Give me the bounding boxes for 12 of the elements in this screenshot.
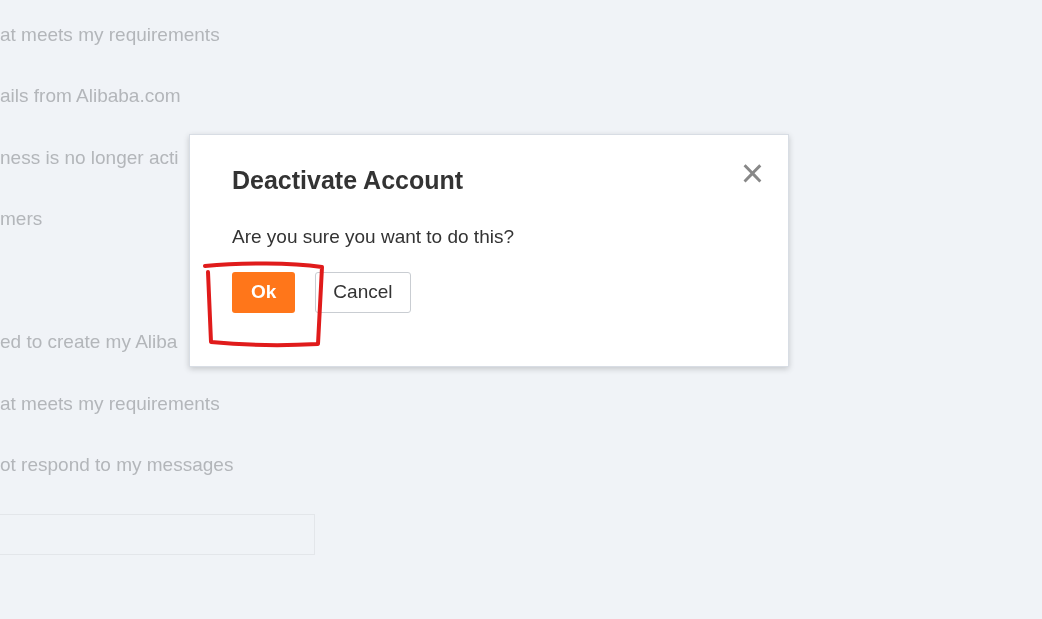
background-text: ot respond to my messages [0, 453, 234, 477]
dialog-title: Deactivate Account [232, 165, 464, 196]
background-text: ails from Alibaba.com [0, 84, 181, 108]
dialog-message: Are you sure you want to do this? [232, 225, 515, 249]
background-text: at meets my requirements [0, 391, 220, 416]
background-text: at meets my requirements [0, 22, 220, 47]
close-button[interactable]: × [740, 161, 764, 185]
background-text: mers [0, 207, 43, 231]
background-text: ed to create my Aliba [0, 330, 178, 354]
cancel-button[interactable]: Cancel [315, 271, 411, 313]
ok-button[interactable]: Ok [232, 271, 296, 313]
background-text: ness is no longer acti [0, 145, 179, 170]
